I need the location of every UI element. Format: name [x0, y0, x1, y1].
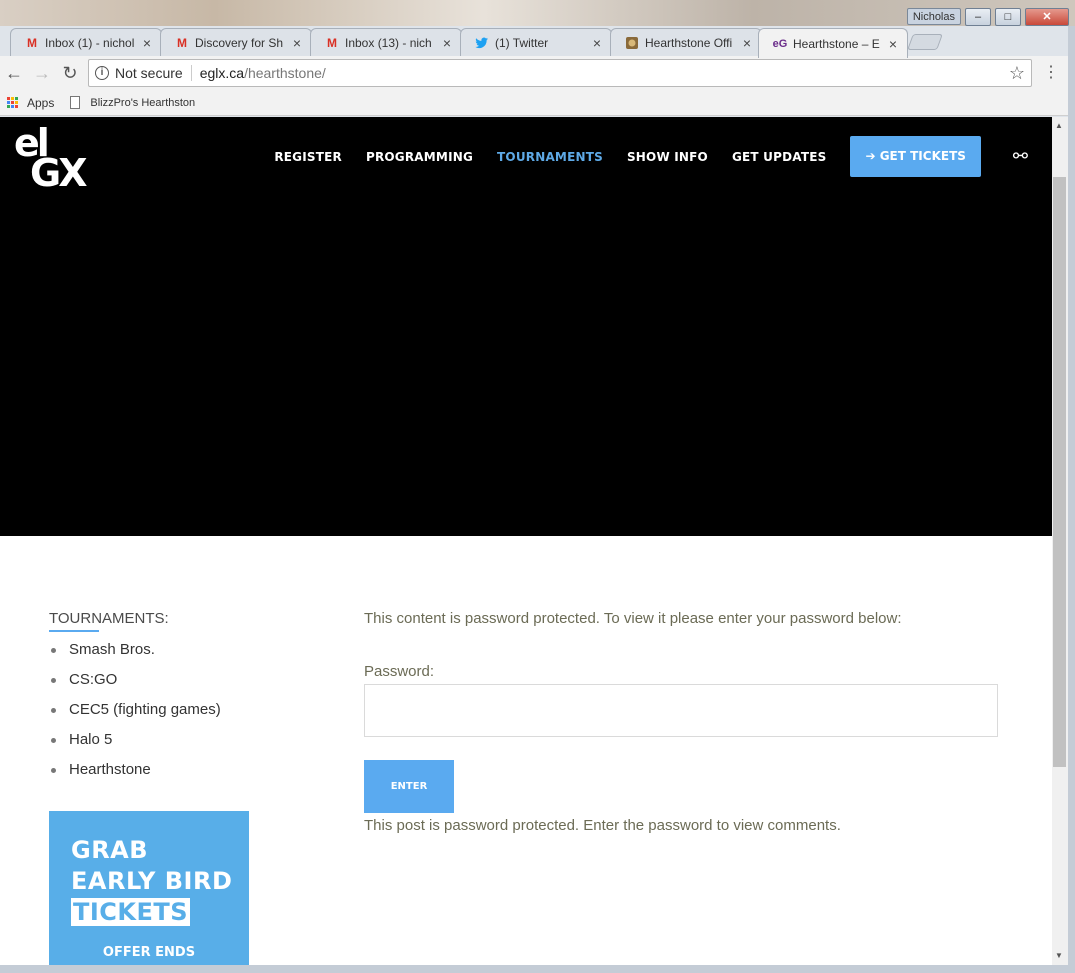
close-tab-icon[interactable]: × [141, 35, 153, 51]
promo-line-4: OFFER ENDS [102, 945, 196, 960]
scroll-down-icon[interactable]: ▼ [1055, 951, 1063, 960]
main-nav: REGISTER PROGRAMMING TOURNAMENTS SHOW IN… [274, 136, 1028, 177]
eglx-icon: eG [772, 37, 788, 50]
protected-message: This content is password protected. To v… [364, 610, 902, 627]
get-tickets-button[interactable]: ➔ GET TICKETS [850, 136, 981, 177]
tab-discovery[interactable]: M Discovery for Sh × [160, 28, 312, 56]
browser-window: Nicholas – □ ✕ M Inbox (1) - nichol × M … [0, 0, 1075, 973]
page-scrollbar[interactable]: ▲ ▼ [1052, 117, 1068, 965]
bookmarks-bar: Apps BlizzPro's Hearthston [0, 90, 1075, 116]
back-icon[interactable]: ← [0, 63, 28, 84]
gmail-icon: M [27, 35, 37, 50]
close-tab-icon[interactable]: × [887, 36, 899, 52]
password-form: This content is password protected. To v… [364, 610, 1004, 834]
gmail-icon: M [327, 35, 337, 50]
share-icon[interactable]: ⚯ [1013, 146, 1028, 167]
tab-hearthstone-official[interactable]: Hearthstone Offi × [610, 28, 762, 56]
tournament-list: Smash Bros. CS:GO CEC5 (fighting games) … [49, 635, 269, 785]
list-item: CS:GO [49, 665, 269, 695]
scroll-up-icon[interactable]: ▲ [1055, 121, 1063, 130]
sidebar-title: TOURNAMENTS: [49, 610, 169, 627]
window-frame-right [1068, 26, 1075, 973]
hero-banner: el GX REGISTER PROGRAMMING TOURNAMENTS S… [0, 117, 1052, 536]
password-label: Password: [364, 663, 435, 680]
tab-twitter[interactable]: (1) Twitter × [460, 28, 612, 56]
list-item: Hearthstone [49, 755, 269, 785]
nav-tournaments[interactable]: TOURNAMENTS [497, 150, 603, 164]
bullet-icon [51, 707, 56, 713]
arrow-right-icon: ➔ [865, 149, 880, 163]
bullet-icon [51, 737, 56, 743]
tab-strip: M Inbox (1) - nichol × M Discovery for S… [0, 26, 1075, 58]
password-input[interactable] [364, 684, 998, 737]
url-host: eglx.ca [199, 65, 245, 81]
list-item: Halo 5 [49, 725, 269, 755]
close-window-button[interactable]: ✕ [1025, 8, 1069, 26]
twitter-icon [475, 36, 489, 50]
bookmark-star-icon[interactable]: ☆ [1009, 63, 1025, 84]
list-item: Smash Bros. [49, 635, 269, 665]
nav-register[interactable]: REGISTER [274, 150, 342, 164]
nav-programming[interactable]: PROGRAMMING [366, 150, 473, 164]
new-tab-button[interactable] [907, 34, 943, 50]
sidebar: TOURNAMENTS: Smash Bros. CS:GO CEC5 (fig… [49, 610, 269, 785]
hearthstone-icon [625, 36, 639, 50]
close-tab-icon[interactable]: × [441, 35, 453, 51]
window-frame-bottom [0, 965, 1075, 973]
browser-toolbar: ← → ↻ i Not secure eglx.ca/hearthstone/ … [0, 56, 1075, 90]
page-content: TOURNAMENTS: Smash Bros. CS:GO CEC5 (fig… [0, 536, 1052, 965]
close-tab-icon[interactable]: × [591, 35, 603, 51]
bullet-icon [51, 677, 56, 683]
bullet-icon [51, 647, 56, 653]
nav-get-updates[interactable]: GET UPDATES [732, 150, 827, 164]
promo-line-3: TICKETS [71, 898, 191, 926]
promo-line-1: GRAB [71, 836, 149, 864]
enter-button[interactable]: ENTER [364, 760, 454, 813]
bullet-icon [51, 767, 56, 773]
browser-menu-icon[interactable]: ⋮ [1043, 62, 1059, 82]
apps-grid-icon[interactable] [7, 97, 18, 108]
minimize-button[interactable]: – [965, 8, 991, 26]
list-item: CEC5 (fighting games) [49, 695, 269, 725]
reload-icon[interactable]: ↻ [56, 63, 84, 84]
title-underline [49, 630, 99, 632]
close-tab-icon[interactable]: × [291, 35, 303, 51]
scroll-thumb[interactable] [1053, 177, 1066, 767]
bookmark-blizzpro[interactable]: BlizzPro's Hearthston [90, 97, 195, 109]
url-path: /hearthstone/ [244, 65, 326, 81]
address-bar[interactable]: i Not secure eglx.ca/hearthstone/ ☆ [88, 59, 1032, 87]
forward-icon[interactable]: → [28, 63, 56, 84]
tab-hearthstone-eglx[interactable]: eG Hearthstone – E × [758, 28, 908, 58]
tab-inbox-13[interactable]: M Inbox (13) - nich × [310, 28, 462, 56]
promo-line-2: EARLY BIRD [71, 867, 233, 895]
tab-inbox-1[interactable]: M Inbox (1) - nichol × [10, 28, 162, 56]
info-icon[interactable]: i [95, 66, 109, 80]
window-controls: Nicholas – □ ✕ [906, 8, 1069, 26]
apps-bookmark[interactable]: Apps [27, 96, 54, 110]
user-profile-badge[interactable]: Nicholas [906, 8, 961, 25]
page-icon [70, 96, 81, 109]
maximize-button[interactable]: □ [995, 8, 1021, 26]
page-viewport: el GX REGISTER PROGRAMMING TOURNAMENTS S… [0, 117, 1052, 965]
close-tab-icon[interactable]: × [741, 35, 753, 51]
security-label: Not secure [115, 65, 183, 81]
comments-note: This post is password protected. Enter t… [364, 817, 841, 834]
eglx-logo[interactable]: el GX [14, 121, 94, 195]
nav-show-info[interactable]: SHOW INFO [627, 150, 708, 164]
address-divider [190, 65, 192, 81]
gmail-icon: M [177, 35, 187, 50]
early-bird-promo[interactable]: GRAB EARLY BIRD TICKETS OFFER ENDS [49, 811, 249, 965]
